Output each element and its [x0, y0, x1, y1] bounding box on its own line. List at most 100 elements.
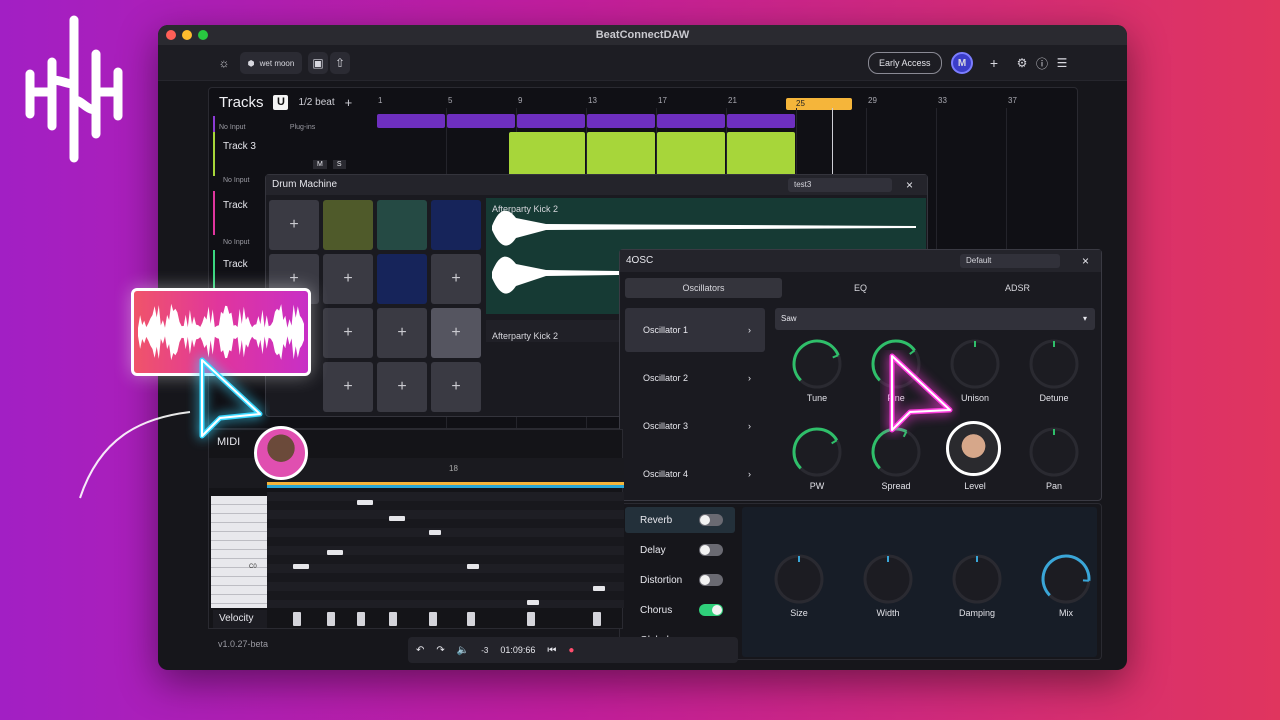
velocity-bar[interactable]	[389, 612, 397, 626]
save-icon[interactable]: ▣	[308, 52, 328, 74]
info-icon[interactable]: ⓘ	[1034, 52, 1050, 74]
drum-pad[interactable]: +	[377, 308, 427, 358]
minimize-window-button[interactable]	[182, 30, 192, 40]
waveform-select[interactable]: Saw ▾	[775, 308, 1095, 330]
drum-pad[interactable]	[431, 200, 481, 250]
tune-knob[interactable]: Tune	[782, 338, 852, 403]
midi-clip[interactable]	[657, 132, 725, 176]
drum-pad[interactable]: +	[431, 308, 481, 358]
velocity-bar[interactable]	[357, 612, 365, 626]
volume-icon[interactable]: 🔈	[457, 645, 469, 656]
synth-preset-select[interactable]: Default	[960, 254, 1060, 268]
pw-knob[interactable]: PW	[782, 426, 852, 491]
drum-pad[interactable]: +	[431, 362, 481, 412]
record-icon[interactable]: ●	[568, 645, 574, 656]
user-avatar[interactable]: M	[951, 52, 973, 74]
audio-clip[interactable]	[657, 114, 725, 128]
title-bar: BeatConnectDAW	[158, 25, 1127, 45]
gear-icon[interactable]: ⚙	[1014, 52, 1030, 74]
knob-label: Pan	[1045, 481, 1062, 491]
velocity-bar[interactable]	[327, 612, 335, 626]
drum-pad[interactable]	[323, 200, 373, 250]
close-icon[interactable]: ×	[906, 175, 913, 195]
early-access-button[interactable]: Early Access	[868, 52, 942, 74]
track-row[interactable]: Track 3 M S No Input	[213, 132, 373, 184]
effect-toggle[interactable]	[699, 514, 723, 526]
midi-note[interactable]	[389, 516, 405, 521]
volume-value[interactable]: -3	[481, 646, 488, 655]
detune-knob[interactable]: Detune	[1019, 338, 1089, 403]
undo-icon[interactable]: ↶	[416, 645, 424, 656]
add-track-icon[interactable]: +	[345, 95, 353, 110]
audio-clip[interactable]	[587, 114, 655, 128]
collaborator-avatar	[946, 421, 1001, 476]
midi-note[interactable]	[467, 564, 479, 569]
pan-knob[interactable]: Pan	[1019, 426, 1089, 491]
audio-clip[interactable]	[517, 114, 585, 128]
velocity-bar[interactable]	[293, 612, 301, 626]
mute-button[interactable]: M	[313, 160, 327, 169]
effect-toggle[interactable]	[699, 574, 723, 586]
oscillator-item[interactable]: Oscillator 4 ›	[625, 452, 765, 496]
drum-preset-select[interactable]: test3	[788, 178, 892, 192]
close-icon[interactable]: ×	[1082, 250, 1089, 272]
timeline-ruler[interactable]: 1 5 9 13 17 21 25 29 33 37	[376, 94, 1067, 110]
oscillator-item[interactable]: Oscillator 1 ›	[625, 308, 765, 352]
upload-icon[interactable]: ⇧	[330, 52, 350, 74]
size-knob[interactable]: Size	[764, 553, 834, 618]
effect-toggle[interactable]	[699, 544, 723, 556]
mix-knob[interactable]: Mix	[1031, 553, 1101, 618]
audio-clip[interactable]	[727, 114, 795, 128]
snap-badge[interactable]: U	[273, 94, 289, 110]
drum-pad[interactable]: +	[323, 362, 373, 412]
menu-icon[interactable]: ☰	[1054, 52, 1070, 74]
tab-oscillators[interactable]: Oscillators	[625, 278, 782, 298]
selection-strip[interactable]	[267, 485, 624, 488]
zoom-window-button[interactable]	[198, 30, 208, 40]
solo-button[interactable]: S	[332, 160, 346, 169]
midi-note[interactable]	[293, 564, 309, 569]
velocity-bar[interactable]	[467, 612, 475, 626]
audio-clip[interactable]	[447, 114, 515, 128]
midi-clip[interactable]	[727, 132, 795, 176]
width-knob[interactable]: Width	[853, 553, 923, 618]
midi-clip[interactable]	[587, 132, 655, 176]
drum-pad[interactable]	[377, 200, 427, 250]
drum-pad[interactable]: +	[323, 308, 373, 358]
effect-item-distortion[interactable]: Distortion	[625, 567, 735, 593]
oscillator-item[interactable]: Oscillator 3 ›	[625, 404, 765, 448]
effect-item-chorus[interactable]: Chorus	[625, 597, 735, 623]
drum-pad[interactable]: +	[323, 254, 373, 304]
close-window-button[interactable]	[166, 30, 176, 40]
project-selector[interactable]: ⬢ wet moon	[240, 52, 302, 74]
midi-note[interactable]	[527, 600, 539, 605]
drum-pad[interactable]: +	[431, 254, 481, 304]
audio-clip[interactable]	[377, 114, 445, 128]
oscillator-item[interactable]: Oscillator 2 ›	[625, 356, 765, 400]
midi-note[interactable]	[357, 500, 373, 505]
effect-item-reverb[interactable]: Reverb	[625, 507, 735, 533]
drum-pad[interactable]	[377, 254, 427, 304]
add-icon[interactable]: +	[986, 52, 1002, 74]
damping-knob[interactable]: Damping	[942, 553, 1012, 618]
sun-icon[interactable]: ☼	[213, 52, 235, 74]
drum-pad[interactable]: +	[269, 200, 319, 250]
chevron-right-icon: ›	[748, 421, 751, 431]
midi-note[interactable]	[429, 530, 441, 535]
knob-label: Width	[876, 608, 900, 618]
midi-clip[interactable]	[509, 132, 585, 176]
effect-toggle[interactable]	[699, 604, 723, 616]
midi-note[interactable]	[593, 586, 605, 591]
skip-back-icon[interactable]: ⏮	[547, 645, 556, 656]
velocity-bar[interactable]	[593, 612, 601, 626]
tab-eq[interactable]: EQ	[782, 278, 939, 298]
grid-size[interactable]: 1/2 beat	[298, 97, 334, 108]
note-grid[interactable]	[267, 492, 624, 608]
effect-item-delay[interactable]: Delay	[625, 537, 735, 563]
midi-note[interactable]	[327, 550, 343, 555]
velocity-bar[interactable]	[527, 612, 535, 626]
redo-icon[interactable]: ↷	[436, 645, 444, 656]
tab-adsr[interactable]: ADSR	[939, 278, 1096, 298]
velocity-bar[interactable]	[429, 612, 437, 626]
drum-pad[interactable]: +	[377, 362, 427, 412]
